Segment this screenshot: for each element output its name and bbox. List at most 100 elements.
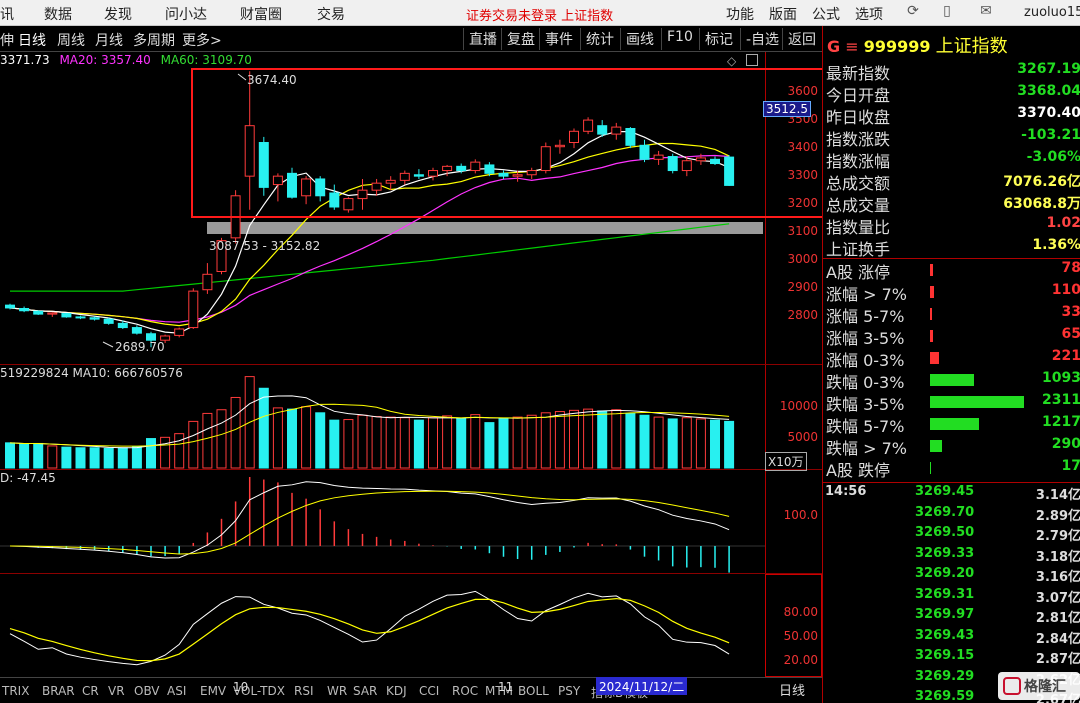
stat-label: 指数涨跌 bbox=[826, 130, 891, 149]
indicator-tab[interactable]: TRIX bbox=[2, 684, 29, 698]
menu-item-options[interactable]: 选项 bbox=[855, 4, 883, 24]
candle-up bbox=[526, 170, 537, 176]
volume-bar-down bbox=[75, 447, 86, 469]
kdj-ytick-80: 80.00 bbox=[783, 605, 818, 619]
candle-down bbox=[625, 127, 636, 146]
menu-item-layout[interactable]: 版面 bbox=[769, 4, 797, 24]
indicator-tab[interactable]: CCI bbox=[419, 684, 439, 698]
breadth-bar bbox=[930, 440, 942, 452]
kdj-d-line bbox=[9, 597, 730, 662]
volume-bar-up bbox=[47, 445, 58, 469]
period-tab-multi[interactable]: 多周期 bbox=[133, 30, 175, 50]
stat-label: 最新指数 bbox=[826, 64, 891, 83]
high-pointer bbox=[237, 73, 247, 81]
tick-row: 3269.70 2.89亿 bbox=[823, 505, 1080, 525]
tick-row: 3269.43 2.84亿 bbox=[823, 628, 1080, 648]
live-button[interactable]: 直播 bbox=[463, 28, 502, 50]
period-tab-weekly[interactable]: 周线 bbox=[57, 30, 85, 50]
volume-chart[interactable] bbox=[0, 370, 765, 470]
mark-button[interactable]: 标记 bbox=[699, 28, 738, 50]
volume-bar-down bbox=[5, 442, 15, 469]
indicator-tab[interactable]: VR bbox=[108, 684, 125, 698]
menu-item-wealth-circle[interactable]: 财富圈 bbox=[240, 4, 282, 24]
indicator-tab[interactable]: SAR bbox=[353, 684, 377, 698]
breadth-bar bbox=[930, 330, 933, 342]
tick-row: 3269.33 3.18亿 bbox=[823, 546, 1080, 566]
menu-item-news[interactable]: 讯 bbox=[0, 4, 14, 24]
tick-row: 3269.97 2.81亿 bbox=[823, 607, 1080, 627]
tick-price: 3269.20 bbox=[915, 566, 975, 581]
indicator-tab[interactable]: PSY bbox=[558, 684, 580, 698]
stat-label: 总成交额 bbox=[826, 174, 891, 193]
period-tab-more[interactable]: 更多> bbox=[182, 30, 222, 50]
period-tab-daily[interactable]: 日线 bbox=[18, 30, 46, 50]
candle-up bbox=[442, 165, 453, 172]
back-button[interactable]: 返回 bbox=[782, 28, 821, 50]
menu-item-formula[interactable]: 公式 bbox=[812, 4, 840, 24]
indicator-tab[interactable]: CR bbox=[82, 684, 99, 698]
stat-value: 3267.19 bbox=[1017, 61, 1080, 77]
candle-down bbox=[131, 327, 142, 334]
ma10-line bbox=[9, 142, 730, 327]
replay-button[interactable]: 复盘 bbox=[501, 28, 540, 50]
indicator-tab[interactable]: ROC bbox=[452, 684, 478, 698]
events-button[interactable]: 事件 bbox=[539, 28, 578, 50]
mail-icon[interactable]: ✉ bbox=[977, 3, 995, 21]
indicator-tab[interactable]: RSI bbox=[294, 684, 314, 698]
breadth-row: A股 跌停 17 bbox=[826, 457, 1080, 480]
candle-down bbox=[103, 318, 114, 324]
kdj-chart[interactable] bbox=[0, 576, 765, 676]
indicator-tab[interactable]: ASI bbox=[167, 684, 186, 698]
volume-bar-up bbox=[272, 407, 283, 469]
stat-row: 指数涨跌 -103.21 bbox=[826, 126, 1080, 149]
login-warning[interactable]: 证券交易未登录 上证指数 bbox=[466, 5, 613, 24]
stat-label: 昨日收盘 bbox=[826, 108, 891, 127]
candle-up bbox=[385, 179, 396, 184]
stat-value: 7076.26亿 bbox=[1003, 174, 1080, 190]
phone-icon[interactable]: ▯ bbox=[938, 3, 956, 21]
volume-bar-up bbox=[428, 417, 438, 469]
candle-up bbox=[681, 160, 692, 172]
volume-bar-down bbox=[33, 442, 44, 469]
volume-bar-down bbox=[315, 412, 326, 469]
breadth-label: 跌幅 > 7% bbox=[826, 439, 907, 458]
tick-price: 3269.59 bbox=[915, 689, 975, 703]
indicator-tab[interactable]: OBV bbox=[134, 684, 160, 698]
divider bbox=[823, 482, 1080, 483]
volume-bar-up bbox=[174, 433, 185, 469]
tick-price: 3269.50 bbox=[915, 525, 975, 540]
candle-up bbox=[244, 125, 255, 177]
x-tick-oct: 10 bbox=[233, 680, 249, 694]
index-code: 999999 bbox=[863, 37, 931, 56]
indicator-tab[interactable]: EMV bbox=[200, 684, 226, 698]
indicator-tab[interactable]: BOLL bbox=[518, 684, 549, 698]
macd-chart[interactable] bbox=[0, 474, 765, 574]
indicator-tab[interactable]: WR bbox=[327, 684, 347, 698]
menu-item-function[interactable]: 功能 bbox=[726, 4, 754, 24]
candle-down bbox=[329, 192, 340, 208]
candle-down bbox=[89, 317, 100, 320]
menu-icon[interactable]: ≡ bbox=[845, 37, 858, 56]
menu-item-data[interactable]: 数据 bbox=[44, 4, 72, 24]
menu-item-discover[interactable]: 发现 bbox=[104, 4, 132, 24]
period-tab-minute[interactable]: 伸 bbox=[0, 30, 14, 50]
candlestick-chart[interactable]: 3674.40 3087.53 - 3152.82 2689.70 bbox=[0, 52, 822, 365]
period-label: 日线 bbox=[779, 684, 806, 699]
refresh-icon[interactable]: ⟳ bbox=[904, 3, 922, 21]
stats-button[interactable]: 统计 bbox=[580, 28, 619, 50]
indicator-tab[interactable]: BRAR bbox=[42, 684, 75, 698]
tick-amount: 3.07亿 bbox=[1035, 590, 1080, 606]
f10-button[interactable]: F10 bbox=[661, 28, 698, 50]
period-tab-monthly[interactable]: 月线 bbox=[95, 30, 123, 50]
breadth-label: 跌幅 5-7% bbox=[826, 417, 905, 436]
remove-watchlist-button[interactable]: -自选 bbox=[740, 28, 784, 50]
menu-item-ask[interactable]: 问小达 bbox=[165, 4, 207, 24]
volume-bar-up bbox=[230, 396, 241, 469]
indicator-tab[interactable]: KDJ bbox=[386, 684, 407, 698]
candle-up bbox=[540, 146, 551, 172]
draw-line-button[interactable]: 画线 bbox=[620, 28, 659, 50]
username[interactable]: zuoluo15 bbox=[1024, 5, 1080, 20]
volume-bar-up bbox=[301, 406, 312, 469]
volume-bar-down bbox=[724, 420, 735, 469]
menu-item-trade[interactable]: 交易 bbox=[317, 4, 345, 24]
